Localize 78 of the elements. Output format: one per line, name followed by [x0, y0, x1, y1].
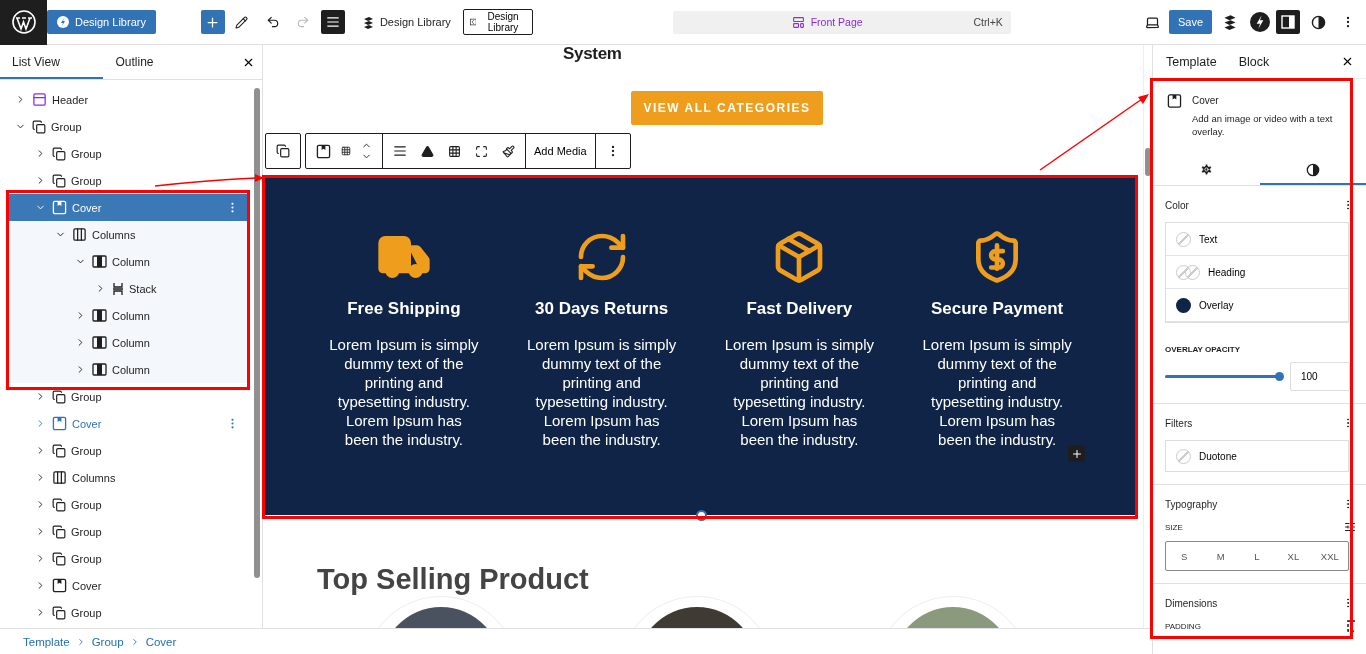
section-title: Typography: [1165, 498, 1218, 510]
feature-title: Free Shipping: [347, 299, 461, 319]
block-label: Group: [71, 174, 102, 187]
block-label: Group: [71, 606, 102, 619]
field-label: OVERLAY OPACITY: [1165, 345, 1241, 354]
font-size-option[interactable]: XXL: [1311, 542, 1349, 570]
block-label: Columns: [72, 471, 116, 484]
list-view-item[interactable]: Group: [9, 491, 247, 518]
block-label: Columns: [92, 228, 136, 241]
font-size-option[interactable]: M: [1202, 542, 1239, 570]
block-label: Column: [112, 336, 150, 349]
section-title: Dimensions: [1165, 597, 1218, 609]
font-size-option[interactable]: XL: [1275, 542, 1312, 570]
list-view-item[interactable]: Group: [9, 167, 247, 194]
block-name: Cover: [1191, 95, 1220, 106]
block-label: Group: [51, 120, 82, 133]
command-palette-bar[interactable]: Front Page Ctrl+K: [672, 10, 1011, 34]
list-view-item[interactable]: Cover: [9, 194, 247, 221]
block-label: Column: [112, 309, 150, 322]
block-label: Cover: [72, 579, 102, 592]
list-view-item[interactable]: Column: [9, 356, 247, 383]
font-size-option[interactable]: S: [1166, 542, 1203, 570]
breadcrumb-link[interactable]: Template: [23, 635, 70, 648]
block-label: Column: [112, 363, 150, 376]
font-size-option[interactable]: L: [1238, 542, 1276, 570]
save-button[interactable]: Save: [1168, 10, 1212, 34]
list-view-item[interactable]: Column: [9, 302, 247, 329]
feature-title: 30 Days Returns: [535, 299, 669, 319]
feature-text: Lorem Ipsum is simply dummy text of the printing and typesetting industry. Lorem Ipsum has been the industry.: [723, 335, 875, 449]
list-view-item[interactable]: Group: [9, 545, 247, 572]
section-heading: Top Selling Product: [317, 563, 590, 596]
block-label: Group: [71, 444, 102, 457]
design-library-template-button[interactable]: Design Library: [462, 9, 533, 35]
feature-text: Lorem Ipsum is simply dummy text of the printing and typesetting industry. Lorem Ipsum has been the industry.: [526, 335, 678, 449]
block-label: Stack: [129, 282, 157, 295]
panel-tab[interactable]: Outline: [103, 45, 236, 79]
design-library-button[interactable]: Design Library: [47, 10, 156, 34]
panel-tab[interactable]: List View: [0, 45, 104, 79]
list-view-item[interactable]: Cover: [9, 410, 247, 437]
field-label: PADDING: [1165, 621, 1201, 631]
block-label: Column: [112, 255, 150, 268]
feature-title: Fast Delivery: [746, 299, 853, 319]
block-label: Group: [71, 147, 102, 160]
block-label: Cover: [72, 417, 102, 430]
list-view-item[interactable]: Group: [9, 140, 247, 167]
feature-title: Secure Payment: [930, 299, 1064, 319]
design-library-link[interactable]: Design Library: [358, 10, 455, 34]
block-label: Group: [71, 525, 102, 538]
breadcrumb-link[interactable]: Cover: [145, 635, 177, 648]
list-view-item[interactable]: Group: [9, 437, 247, 464]
list-view-item[interactable]: Group: [9, 383, 247, 410]
field-label: SIZE: [1165, 522, 1183, 532]
feature-text: Lorem Ipsum is simply dummy text of the printing and typesetting industry. Lorem Ipsum has been the industry.: [921, 335, 1073, 449]
opacity-input[interactable]: 100: [1290, 362, 1350, 391]
section-title: Color: [1165, 199, 1189, 211]
list-view-item[interactable]: Group: [9, 599, 247, 626]
add-media-button[interactable]: Add Media: [526, 134, 596, 168]
block-label: Group: [71, 552, 102, 565]
feature-text: Lorem Ipsum is simply dummy text of the printing and typesetting industry. Lorem Ipsum has been the industry.: [328, 335, 480, 449]
block-label: Group: [71, 390, 102, 403]
list-view-item[interactable]: Group: [9, 113, 247, 140]
list-view-item[interactable]: Column: [9, 248, 247, 275]
list-view-item[interactable]: Columns: [9, 464, 247, 491]
section-title: Filters: [1165, 417, 1193, 429]
sidebar-tab[interactable]: Template: [1155, 45, 1228, 78]
section-heading: System: [562, 45, 623, 65]
breadcrumb-link[interactable]: Group: [91, 635, 124, 648]
list-view-item[interactable]: Columns: [9, 221, 247, 248]
list-view-item[interactable]: Group: [9, 518, 247, 545]
block-label: Cover: [72, 201, 102, 214]
list-view-item[interactable]: Stack: [9, 275, 247, 302]
block-label: Group: [71, 498, 102, 511]
list-view-item[interactable]: Column: [9, 329, 247, 356]
block-label: Header: [52, 93, 89, 106]
list-view-item[interactable]: Cover: [9, 572, 247, 599]
list-view-item[interactable]: Header: [9, 86, 247, 113]
block-description: Add an image or video with a text overlay.: [1191, 112, 1334, 138]
sidebar-tab[interactable]: Block: [1227, 45, 1281, 78]
